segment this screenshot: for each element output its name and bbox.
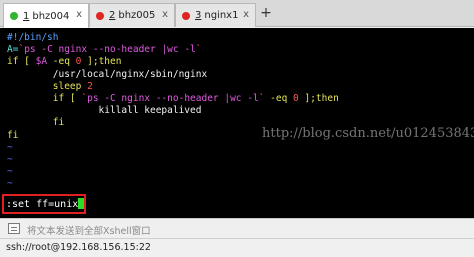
session-status-icon bbox=[96, 11, 104, 20]
terminal-line: /usr/local/nginx/sbin/nginx bbox=[7, 69, 207, 81]
terminal-text-segment: ` bbox=[195, 44, 202, 56]
tab-label: 1 bhz004 bbox=[23, 10, 70, 22]
compose-hint: 将文本发送到全部Xshell窗口 bbox=[27, 226, 151, 237]
terminal-text-segment: if [ bbox=[7, 93, 82, 104]
terminal-text-segment: ~ bbox=[7, 166, 13, 178]
close-tab-icon[interactable]: x bbox=[243, 9, 249, 20]
terminal-text-segment: ~ bbox=[7, 154, 13, 165]
terminal-line: ~ bbox=[7, 142, 13, 154]
terminal-text-segment: ps -C nginx --no-header |wc -l bbox=[87, 93, 259, 104]
tab-bar: 1 bhz004 x 2 bhz005 x 3 nginx1 x + bbox=[0, 0, 474, 28]
terminal-line: #!/bin/sh bbox=[7, 32, 58, 44]
vim-command-line[interactable]: :set ff=unix bbox=[6, 198, 85, 211]
tab-bhz005[interactable]: 2 bhz005 x bbox=[89, 3, 175, 27]
tab-nginx1[interactable]: 3 nginx1 x bbox=[175, 3, 256, 27]
compose-icon[interactable] bbox=[8, 223, 20, 234]
terminal-text-segment: -eq bbox=[47, 56, 76, 68]
terminal-line: fi bbox=[7, 130, 18, 142]
terminal-line: A=`ps -C nginx --no-header |wc -l` bbox=[7, 44, 202, 56]
terminal-line: killall keepalived bbox=[7, 105, 202, 117]
session-status-icon bbox=[10, 12, 18, 20]
close-tab-icon[interactable]: x bbox=[76, 9, 82, 20]
close-tab-icon[interactable]: x bbox=[162, 9, 168, 20]
tab-label: 3 nginx1 bbox=[195, 10, 239, 21]
terminal-text-segment: #!/bin/sh bbox=[7, 32, 59, 43]
terminal-text-segment: ~ bbox=[7, 178, 13, 190]
terminal-text-segment: $A bbox=[35, 56, 48, 68]
terminal-line: fi bbox=[7, 117, 64, 129]
terminal-text-segment: ps -C nginx --no-header |wc -l bbox=[24, 44, 196, 56]
terminal-text-segment: -eq bbox=[264, 93, 294, 104]
terminal-text-segment: fi bbox=[7, 129, 19, 141]
terminal[interactable]: #!/bin/sh A=`ps -C nginx --no-header |wc … bbox=[0, 28, 474, 218]
terminal-text-segment: ~ bbox=[7, 141, 13, 153]
terminal-text-segment: sleep bbox=[7, 80, 88, 92]
terminal-line: ~ bbox=[7, 166, 13, 178]
terminal-line: if [ `ps -C nginx --no-header |wc -l` -e… bbox=[7, 93, 339, 105]
connection-address: ssh://root@192.168.156.15:22 bbox=[6, 242, 151, 253]
status-bar: ssh://root@192.168.156.15:22 bbox=[0, 238, 474, 257]
terminal-text-segment: ];then bbox=[81, 56, 122, 68]
terminal-text-segment: /usr/local/nginx/sbin/nginx bbox=[7, 68, 208, 80]
terminal-text-segment: ];then bbox=[298, 93, 339, 104]
terminal-line: if [ $A -eq 0 ];then bbox=[7, 56, 121, 68]
terminal-line: sleep 2 bbox=[7, 81, 93, 93]
terminal-line: ~ bbox=[7, 154, 13, 166]
watermark: http://blog.csdn.net/u012453843 bbox=[262, 126, 474, 141]
tab-bhz004[interactable]: 1 bhz004 x bbox=[3, 3, 89, 28]
terminal-text-segment: A= bbox=[7, 44, 19, 56]
terminal-text-segment: killall keepalived bbox=[7, 105, 202, 117]
session-status-icon bbox=[182, 11, 190, 20]
terminal-text-segment: 2 bbox=[87, 80, 93, 92]
text-cursor bbox=[78, 198, 85, 209]
compose-bar[interactable]: 将文本发送到全部Xshell窗口 bbox=[0, 218, 474, 238]
terminal-text-segment: fi bbox=[7, 117, 65, 129]
terminal-line: ~ bbox=[7, 178, 13, 190]
tab-label: 2 bhz005 bbox=[109, 10, 156, 21]
terminal-text-segment: if [ bbox=[7, 56, 36, 68]
add-tab-button[interactable]: + bbox=[258, 5, 274, 21]
